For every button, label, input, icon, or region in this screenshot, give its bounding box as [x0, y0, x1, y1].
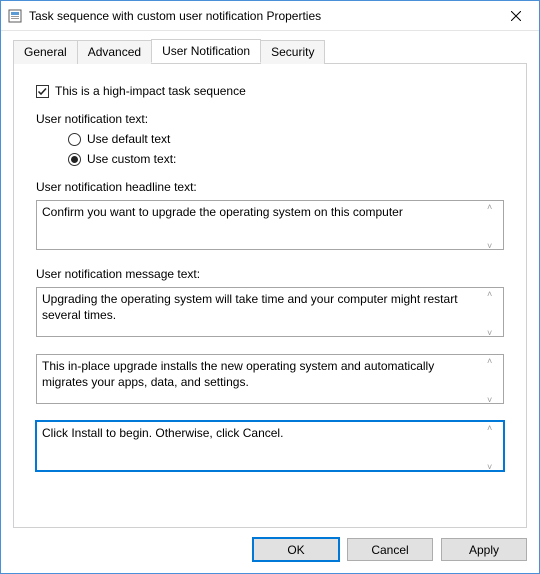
- dialog-button-row: OK Cancel Apply: [1, 528, 539, 573]
- radio-custom-row[interactable]: Use custom text:: [68, 152, 504, 166]
- message2-textarea[interactable]: [36, 354, 504, 404]
- close-button[interactable]: [493, 1, 539, 31]
- high-impact-row[interactable]: This is a high-impact task sequence: [36, 84, 504, 98]
- radio-custom-label: Use custom text:: [87, 152, 176, 166]
- tab-panel-user-notification: This is a high-impact task sequence User…: [13, 63, 527, 528]
- titlebar: Task sequence with custom user notificat…: [1, 1, 539, 31]
- radio-group-text-mode: Use default text Use custom text:: [36, 132, 504, 166]
- radio-default-row[interactable]: Use default text: [68, 132, 504, 146]
- tab-advanced[interactable]: Advanced: [77, 40, 152, 64]
- tab-security[interactable]: Security: [260, 40, 325, 64]
- cancel-button[interactable]: Cancel: [347, 538, 433, 561]
- tabstrip: General Advanced User Notification Secur…: [13, 39, 527, 63]
- tab-user-notification[interactable]: User Notification: [151, 39, 261, 63]
- message1-textarea[interactable]: [36, 287, 504, 337]
- message2-wrap: ˄ ˅: [36, 354, 504, 407]
- headline-label: User notification headline text:: [36, 180, 504, 194]
- radio-default[interactable]: [68, 133, 81, 146]
- close-icon: [511, 11, 521, 21]
- headline-textarea[interactable]: [36, 200, 504, 250]
- high-impact-checkbox[interactable]: [36, 85, 49, 98]
- headline-field-wrap: ˄ ˅: [36, 200, 504, 253]
- apply-button[interactable]: Apply: [441, 538, 527, 561]
- tab-general[interactable]: General: [13, 40, 78, 64]
- check-icon: [37, 86, 48, 97]
- user-notification-text-label: User notification text:: [36, 112, 504, 126]
- message3-textarea[interactable]: [36, 421, 504, 471]
- message3-wrap: ˄ ˅: [36, 421, 504, 474]
- dialog-window: Task sequence with custom user notificat…: [0, 0, 540, 574]
- radio-default-label: Use default text: [87, 132, 170, 146]
- radio-custom[interactable]: [68, 153, 81, 166]
- message1-wrap: ˄ ˅: [36, 287, 504, 340]
- app-icon: [7, 8, 23, 24]
- message-label: User notification message text:: [36, 267, 504, 281]
- window-title: Task sequence with custom user notificat…: [29, 9, 493, 23]
- high-impact-label: This is a high-impact task sequence: [55, 84, 246, 98]
- ok-button[interactable]: OK: [253, 538, 339, 561]
- dialog-content: General Advanced User Notification Secur…: [1, 31, 539, 528]
